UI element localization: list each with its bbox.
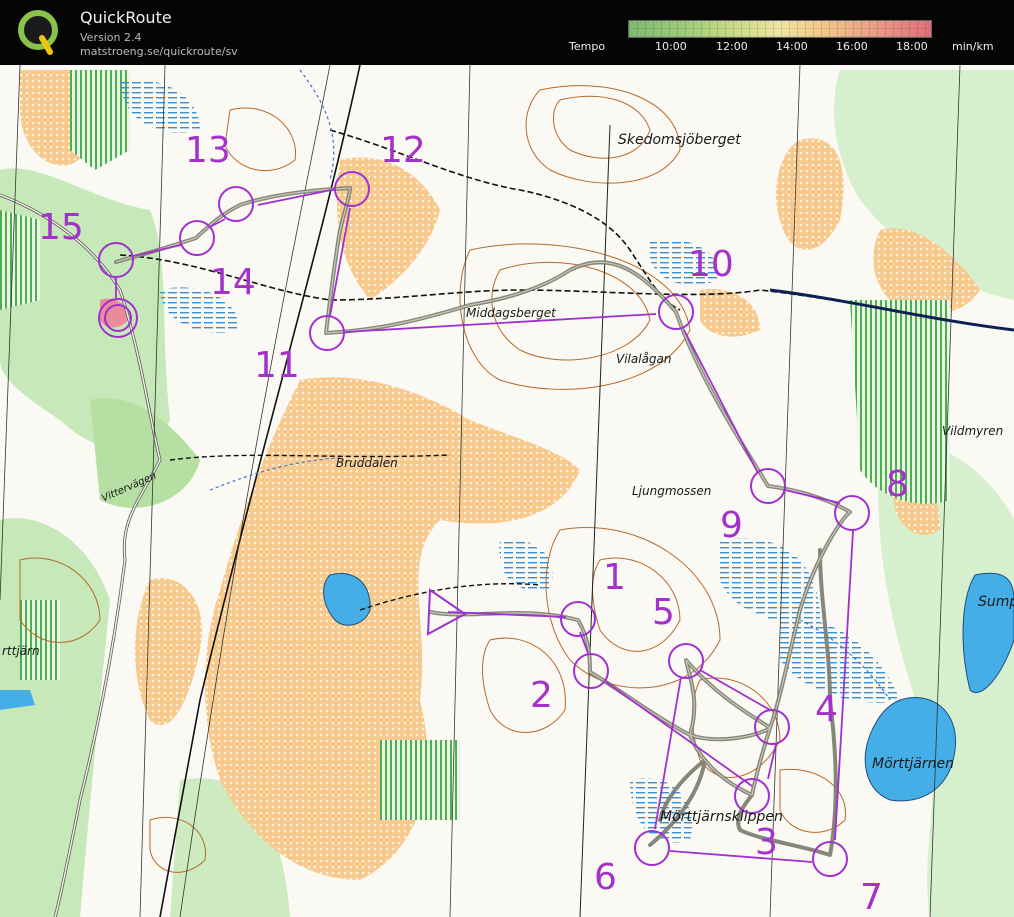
app-title: QuickRoute [80,8,172,27]
control-number: 10 [688,244,734,285]
control-number: 12 [380,130,426,171]
header-bar: QuickRoute Version 2.4 matstroeng.se/qui… [0,0,1014,65]
tempo-label: Tempo [569,40,606,53]
place-label: Bruddalen [336,456,398,470]
map-canvas [0,65,1014,917]
control-number: 1 [603,557,626,598]
quickroute-window: QuickRoute Version 2.4 matstroeng.se/qui… [0,0,1014,917]
place-label: rttjärn [2,644,40,658]
place-label: Ljungmossen [632,484,712,498]
tempo-tick: 10:00 [655,40,687,53]
control-number: 4 [815,689,838,730]
control-number: 2 [530,675,553,716]
tempo-tick: 14:00 [776,40,808,53]
tempo-tick: 18:00 [896,40,928,53]
control-number: 8 [886,464,909,505]
control-number: 9 [720,505,743,546]
control-number: 6 [594,857,617,898]
place-label: Middagsberget [466,306,556,320]
place-label: Mörttjärnen [872,756,954,772]
quickroute-logo-icon [18,10,58,55]
orienteering-map[interactable]: 1 2 3 4 5 6 7 8 9 10 11 12 13 14 15 Sked… [0,65,1014,917]
app-version: Version 2.4 [80,31,142,44]
place-label: Skedomsjöberget [618,132,741,148]
control-number: 15 [38,207,84,248]
control-number: 3 [755,822,778,863]
control-number: 11 [254,345,300,386]
app-url[interactable]: matstroeng.se/quickroute/sv [80,45,238,58]
tempo-color-scale [628,20,932,38]
control-number: 14 [210,262,256,303]
place-label: Sump [978,594,1014,610]
tempo-tick: 16:00 [836,40,868,53]
place-label: Vilalågan [616,352,672,366]
control-number: 7 [860,877,883,917]
control-number: 5 [652,592,675,633]
place-label: Mörttjärnsklippen [660,809,783,825]
tempo-unit: min/km [952,40,994,53]
tempo-tick: 12:00 [716,40,748,53]
place-label: Vildmyren [942,424,1004,438]
control-number: 13 [185,130,231,171]
